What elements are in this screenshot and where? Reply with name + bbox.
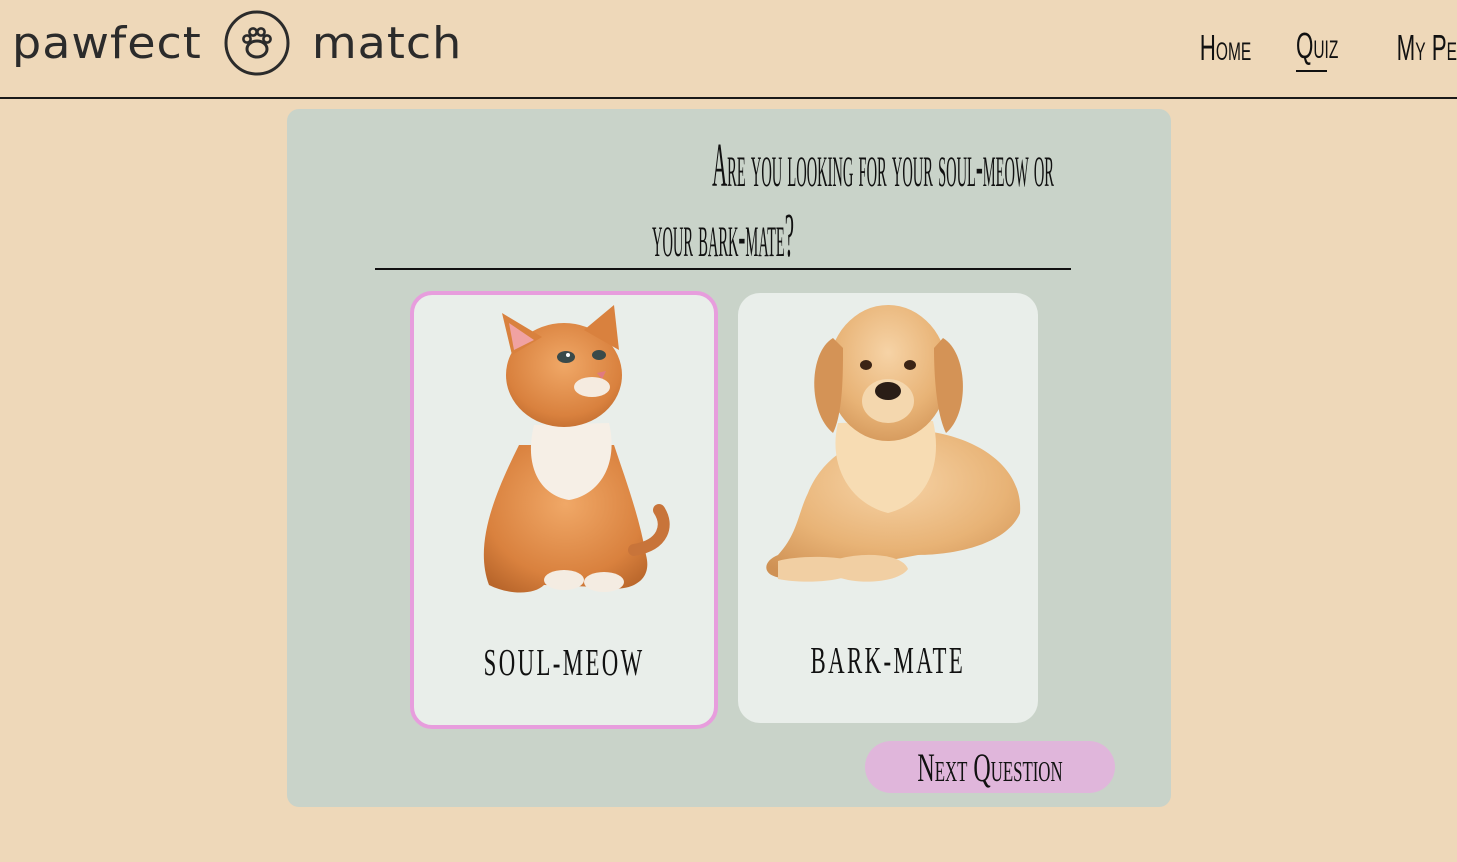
- kitten-photo: [483, 305, 670, 593]
- paw-icon: [224, 10, 290, 76]
- option-label-soul-meow: SOUL-MEOW: [483, 642, 645, 684]
- nav-link-my-pets[interactable]: My Pets: [1397, 22, 1457, 74]
- question-line-2: your bark-mate?: [652, 202, 794, 270]
- nav-link-quiz[interactable]: Quiz: [1296, 22, 1338, 72]
- site-header: pawfect match Home Quiz My Pets: [0, 0, 1457, 99]
- option-card-soul-meow[interactable]: SOUL-MEOW: [410, 291, 718, 729]
- nav-item-home[interactable]: Home: [1177, 22, 1251, 76]
- main-nav: Home Quiz My Pets: [1177, 22, 1457, 76]
- quiz-panel: Are you looking for your soul-meow or yo…: [287, 109, 1171, 807]
- nav-item-quiz[interactable]: Quiz: [1277, 22, 1338, 76]
- next-question-button[interactable]: Next Question: [865, 741, 1115, 793]
- nav-item-my-pets[interactable]: My Pets: [1367, 22, 1457, 76]
- quiz-question: Are you looking for your soul-meow or yo…: [375, 131, 1071, 270]
- logo-text-left: pawfect: [12, 17, 202, 69]
- nav-link-home[interactable]: Home: [1200, 22, 1251, 74]
- option-card-bark-mate[interactable]: BARK-MATE: [738, 293, 1038, 723]
- logo[interactable]: pawfect match: [12, 6, 462, 80]
- golden-retriever-photo: [766, 305, 1021, 582]
- question-line-1: Are you looking for your soul-meow or: [712, 132, 1054, 200]
- option-label-bark-mate: BARK-MATE: [810, 640, 966, 682]
- logo-text-right: match: [311, 17, 463, 69]
